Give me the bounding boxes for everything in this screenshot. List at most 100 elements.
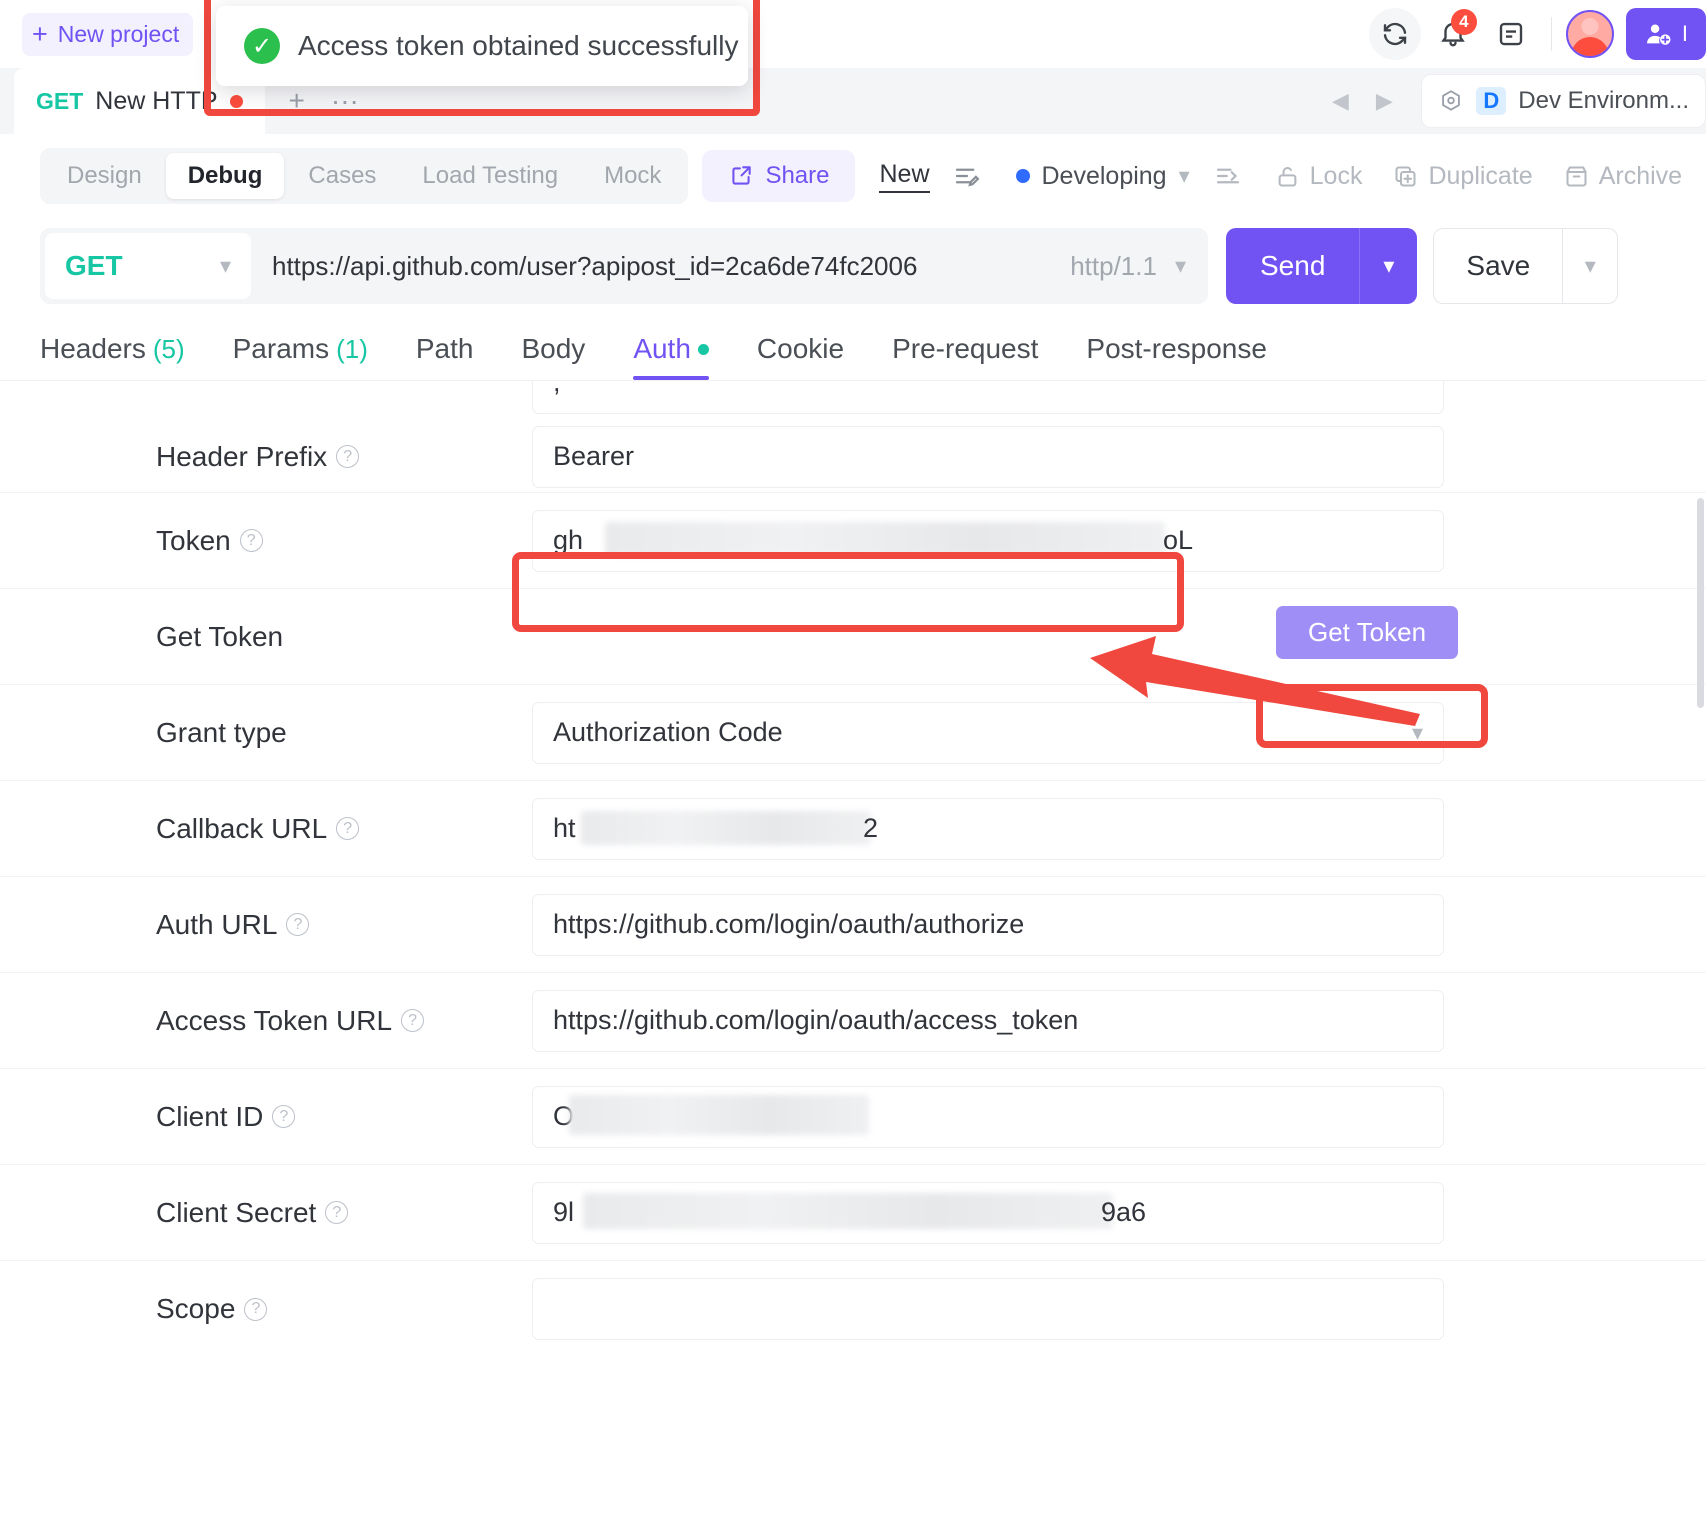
avatar[interactable] (1565, 10, 1614, 58)
help-icon[interactable]: ? (401, 1009, 425, 1032)
tab-headers-label: Headers (40, 333, 146, 364)
protocol-select[interactable]: http/1.1 ▾ (1070, 251, 1208, 282)
url-input[interactable] (256, 250, 1071, 282)
callback-url-label: Callback URL ? (156, 813, 532, 845)
lock-icon (1274, 163, 1301, 190)
scroll-right-icon[interactable]: ▶ (1363, 88, 1405, 114)
callback-url-label-text: Callback URL (156, 812, 328, 844)
scope-input[interactable] (532, 1278, 1444, 1340)
success-toast: ✓ Access token obtained successfully (216, 6, 748, 86)
tab-path[interactable]: Path (416, 318, 474, 380)
refresh-icon (1380, 19, 1410, 49)
form-row-callback-url: Callback URL ? ht 2 (0, 781, 1706, 877)
lock-button[interactable]: Lock (1274, 162, 1362, 191)
status-dot (1015, 169, 1030, 183)
tab-headers[interactable]: Headers (5) (40, 318, 185, 380)
help-icon[interactable]: ? (325, 1201, 349, 1224)
help-icon[interactable]: ? (272, 1105, 296, 1128)
mode-segmented-control: Design Debug Cases Load Testing Mock (40, 148, 689, 204)
tab-debug[interactable]: Debug (165, 153, 285, 199)
help-icon[interactable]: ? (336, 445, 360, 468)
client-secret-redaction (583, 1192, 1113, 1229)
tab-headers-count: (5) (152, 333, 185, 364)
refresh-button[interactable] (1368, 8, 1421, 60)
scope-label: Scope ? (156, 1293, 532, 1325)
add-tab-icon[interactable]: + (289, 85, 305, 117)
grant-type-value: Authorization Code (553, 717, 783, 747)
help-icon[interactable]: ? (286, 913, 310, 936)
tab-more-icon[interactable]: ··· (331, 85, 359, 117)
save-options-button[interactable]: ▾ (1562, 228, 1619, 304)
tab-post-response[interactable]: Post-response (1086, 318, 1267, 380)
get-token-label: Get Token (156, 621, 532, 653)
header-prefix-input[interactable]: Bearer (532, 425, 1444, 488)
auth-active-dot (697, 343, 709, 355)
client-secret-input[interactable]: 9l 9a6 (532, 1181, 1444, 1244)
auth-url-value: https://github.com/login/oauth/authorize (553, 909, 1025, 939)
tab-cookie[interactable]: Cookie (757, 318, 844, 380)
pointer-arrow-icon (1090, 636, 1420, 726)
notifications-button[interactable]: 4 (1427, 8, 1479, 60)
environment-selector[interactable]: D Dev Environm... (1421, 74, 1706, 128)
notification-badge: 4 (1450, 9, 1477, 35)
auth-url-label-text: Auth URL (156, 908, 278, 940)
help-icon[interactable]: ? (239, 529, 263, 552)
tab-load-testing[interactable]: Load Testing (400, 153, 580, 199)
archive-button[interactable]: Archive (1563, 162, 1682, 191)
notes-button[interactable] (1485, 8, 1537, 60)
new-project-label: New project (57, 20, 180, 47)
share-icon (728, 163, 754, 189)
send-options-button[interactable]: ▾ (1359, 228, 1418, 304)
chevron-down-icon: ▾ (1178, 163, 1190, 188)
callback-url-input[interactable]: ht 2 (532, 797, 1444, 860)
vertical-scrollbar[interactable] (1697, 498, 1704, 708)
environment-name: Dev Environm... (1518, 87, 1689, 114)
protocol-value: http/1.1 (1070, 250, 1157, 281)
token-input[interactable]: gh oL (532, 509, 1444, 572)
scroll-left-icon[interactable]: ◀ (1319, 88, 1361, 114)
http-method-value: GET (65, 250, 123, 281)
tab-cases[interactable]: Cases (286, 153, 398, 199)
callback-url-value-suffix: 2 (863, 813, 879, 843)
access-token-url-input[interactable]: https://github.com/login/oauth/access_to… (532, 989, 1444, 1052)
form-row-client-id: Client ID ? O (0, 1069, 1706, 1165)
token-label-text: Token (156, 524, 231, 556)
share-button[interactable]: Share (702, 150, 856, 202)
indent-arrow-icon (1212, 161, 1244, 191)
help-icon[interactable]: ? (336, 817, 360, 840)
http-method-select[interactable]: GET ▾ (45, 233, 251, 299)
toast-message: Access token obtained successfully (298, 30, 739, 61)
grant-type-label: Grant type (156, 717, 532, 749)
help-icon[interactable]: ? (244, 1297, 268, 1321)
client-secret-label-text: Client Secret (156, 1196, 317, 1228)
tab-method-label: GET (36, 87, 84, 114)
duplicate-label: Duplicate (1428, 161, 1533, 190)
token-redaction (605, 521, 1165, 556)
auth-url-input[interactable]: https://github.com/login/oauth/authorize (532, 893, 1444, 956)
auth-url-label: Auth URL ? (156, 909, 532, 941)
token-value-suffix: oL (1163, 525, 1194, 555)
client-id-input[interactable]: O (532, 1085, 1444, 1148)
token-label: Token ? (156, 525, 532, 557)
status-selector[interactable]: Developing ▾ (1015, 162, 1190, 191)
tab-auth[interactable]: Auth (633, 318, 709, 380)
add-user-icon (1644, 20, 1672, 48)
send-button[interactable]: Send (1226, 228, 1360, 304)
token-value-prefix: gh (553, 525, 584, 555)
new-project-button[interactable]: + New project (22, 12, 194, 56)
version-name-label[interactable]: New (879, 160, 930, 193)
tab-design[interactable]: Design (45, 153, 164, 199)
tab-params[interactable]: Params (1) (233, 318, 368, 380)
indent-button[interactable] (1212, 161, 1244, 191)
header-prefix-value: Bearer (553, 441, 635, 471)
duplicate-button[interactable]: Duplicate (1392, 161, 1533, 191)
form-row-scope: Scope ? (0, 1261, 1706, 1357)
invite-button[interactable]: I (1625, 8, 1706, 60)
chevron-down-icon: ▾ (219, 253, 231, 278)
edit-description-button[interactable] (952, 161, 982, 191)
save-button[interactable]: Save (1433, 228, 1563, 304)
scope-label-text: Scope (156, 1293, 236, 1324)
tab-auth-label: Auth (633, 333, 691, 364)
tab-mock[interactable]: Mock (582, 153, 683, 199)
tab-pre-request[interactable]: Pre-request (892, 318, 1038, 380)
